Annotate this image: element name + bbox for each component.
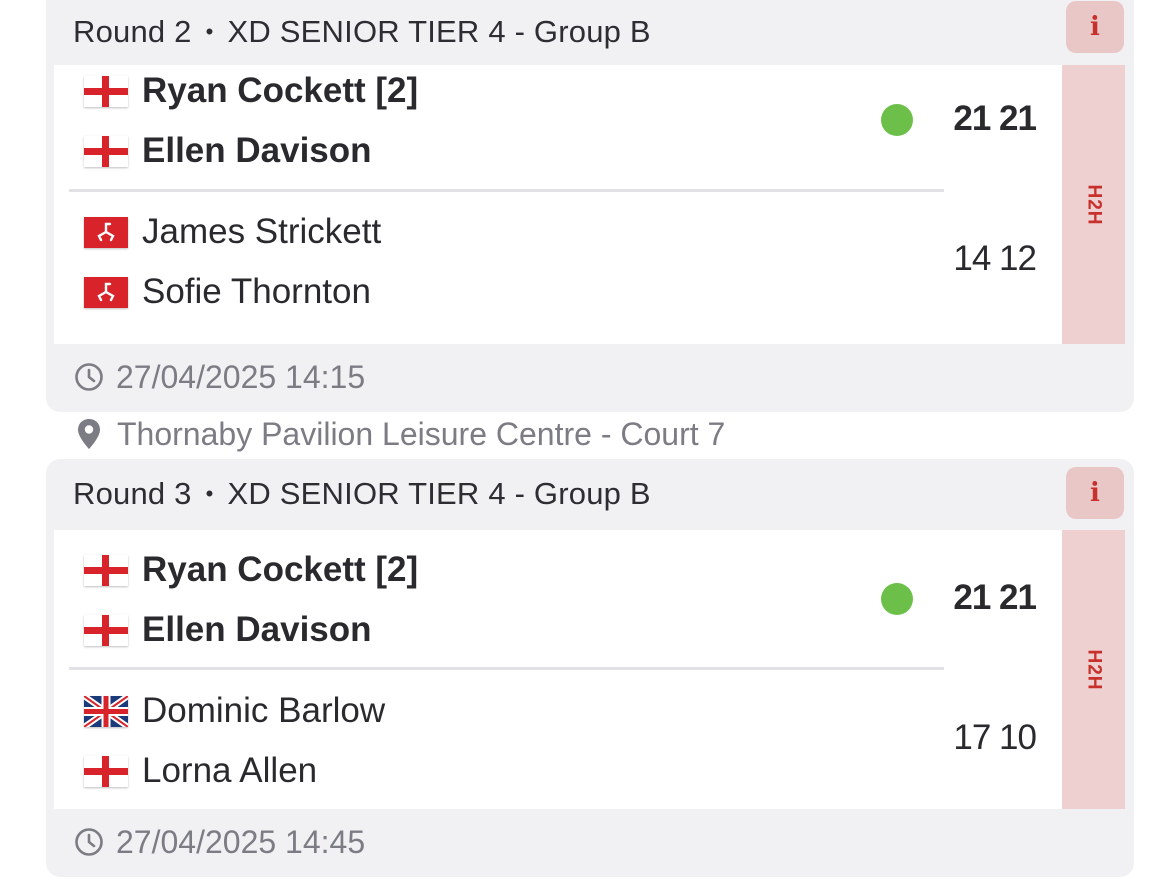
h2h-label: H2H [1083,183,1105,226]
match-card: Round 3 • XD SENIOR TIER 4 - Group B i R… [46,459,1134,877]
player-row: Ryan Cockett [2] [84,71,418,111]
match-footer: 27/04/2025 14:45 [46,809,1134,875]
match-header: Round 2 • XD SENIOR TIER 4 - Group B [46,0,1134,64]
round-label: Round 3 [73,476,192,511]
england-flag-icon [84,75,128,107]
player-row: Ryan Cockett [2] [84,550,418,590]
player-row: Lorna Allen [84,751,317,791]
match-header: Round 3 • XD SENIOR TIER 4 - Group B [46,459,1134,529]
team-divider [69,667,944,670]
location-pin-icon [78,419,100,449]
player-row: Ellen Davison [84,610,372,650]
player-name[interactable]: Sofie Thornton [142,272,371,312]
match-card: Round 2 • XD SENIOR TIER 4 - Group B i R… [46,0,1134,412]
info-button[interactable]: i [1066,467,1124,519]
player-row: Ellen Davison [84,131,372,171]
match-body: Ryan Cockett [2] Ellen Davison 21 21 Dom… [54,530,1062,809]
venue-row: Thornaby Pavilion Leisure Centre - Court… [74,414,725,454]
player-name[interactable]: Ryan Cockett [2] [142,550,418,590]
info-icon: i [1090,478,1100,508]
event-label: XD SENIOR TIER 4 - Group B [227,476,651,511]
england-flag-icon [84,755,128,787]
clock-icon [75,363,103,391]
england-flag-icon [84,135,128,167]
player-row: Dominic Barlow [84,691,385,731]
info-button[interactable]: i [1066,1,1124,53]
round-label: Round 2 [73,14,192,49]
player-name[interactable]: Dominic Barlow [142,691,385,731]
header-separator: • [205,481,214,506]
isle-of-man-flag-icon [84,276,128,308]
great-britain-flag-icon [84,695,128,727]
player-row: James Strickett [84,212,381,252]
team2-score: 14 12 [953,239,1037,278]
header-separator: • [205,19,214,44]
match-body: Ryan Cockett [2] Ellen Davison 21 21 Jam… [54,65,1062,344]
player-row: Sofie Thornton [84,272,371,312]
venue-label[interactable]: Thornaby Pavilion Leisure Centre - Court… [117,416,725,453]
match-footer: 27/04/2025 14:15 [46,344,1134,410]
info-icon: i [1090,12,1100,42]
h2h-label: H2H [1083,648,1105,691]
team1-score: 21 21 [953,99,1037,138]
event-label: XD SENIOR TIER 4 - Group B [227,14,651,49]
winner-status-dot [881,104,913,136]
h2h-button[interactable]: H2H [1062,530,1125,809]
match-datetime: 27/04/2025 14:15 [116,358,366,395]
clock-icon [75,828,103,856]
player-name[interactable]: James Strickett [142,212,381,252]
isle-of-man-flag-icon [84,216,128,248]
player-name[interactable]: Ellen Davison [142,131,372,171]
player-name[interactable]: Ryan Cockett [2] [142,71,418,111]
england-flag-icon [84,614,128,646]
team2-score: 17 10 [953,718,1037,757]
team-divider [69,189,944,192]
winner-status-dot [881,583,913,615]
england-flag-icon [84,554,128,586]
player-name[interactable]: Ellen Davison [142,610,372,650]
h2h-button[interactable]: H2H [1062,65,1125,344]
player-name[interactable]: Lorna Allen [142,751,317,791]
match-datetime: 27/04/2025 14:45 [116,823,366,860]
team1-score: 21 21 [953,578,1037,617]
